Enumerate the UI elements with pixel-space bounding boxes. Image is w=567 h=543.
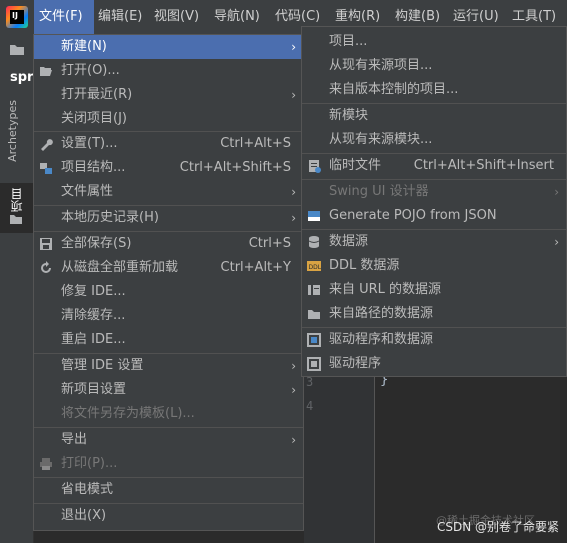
menu-item-project-structure[interactable]: 项目结构... Ctrl+Alt+Shift+S: [34, 156, 303, 180]
menu-view[interactable]: 视图(V): [154, 0, 199, 34]
menu-item-new[interactable]: 新建(N) ›: [34, 35, 303, 59]
menu-item-open[interactable]: 打开(O)...: [34, 59, 303, 83]
menu-edit[interactable]: 编辑(E): [98, 0, 142, 34]
menu-item-invalidate-caches[interactable]: 清除缓存...: [34, 304, 303, 328]
folder-icon[interactable]: [9, 42, 25, 56]
menu-item-reload-all[interactable]: 从磁盘全部重新加载 Ctrl+Alt+Y: [34, 256, 303, 280]
menu-item-file-properties[interactable]: 文件属性 ›: [34, 180, 303, 204]
line-number: 3: [306, 375, 314, 389]
wrench-icon: [41, 139, 53, 151]
reload-icon: [41, 261, 51, 273]
submenu-item-swing-ui-designer: Swing UI 设计器 ›: [302, 180, 566, 204]
submenu-item-generate-pojo[interactable]: Generate POJO from JSON: [302, 204, 566, 228]
menu-navigate[interactable]: 导航(N): [214, 0, 260, 34]
driver-datasource-icon: [307, 333, 321, 347]
menu-item-new-project-settings[interactable]: 新项目设置 ›: [34, 378, 303, 402]
folder-open-icon: [40, 67, 52, 76]
folder-icon: [308, 310, 320, 319]
chevron-right-icon: ›: [291, 185, 296, 199]
watermark: CSDN @别卷了命要紧: [436, 520, 559, 534]
menu-item-local-history[interactable]: 本地历史记录(H) ›: [34, 206, 303, 230]
save-icon: [40, 238, 52, 250]
chevron-right-icon: ›: [554, 185, 559, 199]
file-menu: 新建(N) › 打开(O)... 打开最近(R) › 关闭项目(J) 设置(T)…: [33, 34, 304, 531]
submenu-item-scratch-file[interactable]: 临时文件 Ctrl+Alt+Shift+Insert: [302, 154, 566, 178]
archetypes-tool-tab[interactable]: Archetypes: [6, 100, 19, 162]
menu-item-export[interactable]: 导出 ›: [34, 428, 303, 452]
print-icon: [40, 458, 52, 470]
menu-item-save-all[interactable]: 全部保存(S) Ctrl+S: [34, 232, 303, 256]
submenu-item-module-from-existing[interactable]: 从现有来源模块...: [302, 128, 566, 152]
menu-item-restart-ide[interactable]: 重启 IDE...: [34, 328, 303, 352]
menu-item-print: 打印(P)...: [34, 452, 303, 476]
editor-tab-stub[interactable]: spr: [10, 70, 33, 85]
chevron-right-icon: ›: [291, 433, 296, 447]
project-tool-tab[interactable]: 项目: [8, 188, 25, 212]
new-submenu: 项目... 从现有来源项目... 来自版本控制的项目... 新模块 从现有来源模…: [301, 26, 567, 377]
menu-file[interactable]: 文件(F): [34, 0, 94, 34]
scratch-file-icon: [309, 160, 321, 173]
chevron-right-icon: ›: [291, 359, 296, 373]
submenu-item-ddl-data-source[interactable]: DDL DDL 数据源: [302, 254, 566, 278]
database-icon: [308, 236, 320, 248]
pojo-icon: [308, 211, 320, 221]
svg-text:DDL: DDL: [309, 264, 322, 271]
submenu-item-new-module[interactable]: 新模块: [302, 104, 566, 128]
menu-item-manage-ide-settings[interactable]: 管理 IDE 设置 ›: [34, 354, 303, 378]
submenu-item-path-data-source[interactable]: 来自路径的数据源: [302, 302, 566, 326]
submenu-item-project[interactable]: 项目...: [302, 30, 566, 54]
menu-item-settings[interactable]: 设置(T)... Ctrl+Alt+S: [34, 132, 303, 156]
intellij-logo-icon: IJ: [6, 6, 28, 28]
menu-item-exit[interactable]: 退出(X): [34, 504, 303, 528]
menu-item-repair-ide[interactable]: 修复 IDE...: [34, 280, 303, 304]
menu-item-save-as-template: 将文件另存为模板(L)...: [61, 406, 195, 421]
menu-item-power-save-mode[interactable]: 省电模式: [34, 478, 303, 502]
submenu-item-driver-and-data-source[interactable]: 驱动程序和数据源: [302, 328, 566, 352]
chevron-right-icon: ›: [291, 211, 296, 225]
chevron-right-icon: ›: [291, 88, 296, 102]
menu-item-open-recent[interactable]: 打开最近(R) ›: [34, 83, 303, 107]
submenu-item-project-from-vcs[interactable]: 来自版本控制的项目...: [302, 78, 566, 102]
submenu-item-driver[interactable]: 驱动程序: [302, 352, 566, 376]
ddl-icon: DDL: [307, 261, 322, 271]
submenu-item-url-data-source[interactable]: 来自 URL 的数据源: [302, 278, 566, 302]
chevron-right-icon: ›: [291, 383, 296, 397]
submenu-item-data-source[interactable]: 数据源 ›: [302, 230, 566, 254]
url-datasource-icon: [308, 285, 320, 295]
menu-item-close-project[interactable]: 关闭项目(J): [34, 107, 303, 131]
project-folder-icon: [10, 215, 22, 224]
chevron-right-icon: ›: [554, 235, 559, 249]
project-structure-icon: [40, 163, 52, 174]
driver-icon: [307, 357, 321, 371]
submenu-item-project-from-existing[interactable]: 从现有来源项目...: [302, 54, 566, 78]
editor-gutter: [304, 370, 375, 543]
line-number: 4: [306, 399, 314, 413]
chevron-right-icon: ›: [291, 40, 296, 54]
